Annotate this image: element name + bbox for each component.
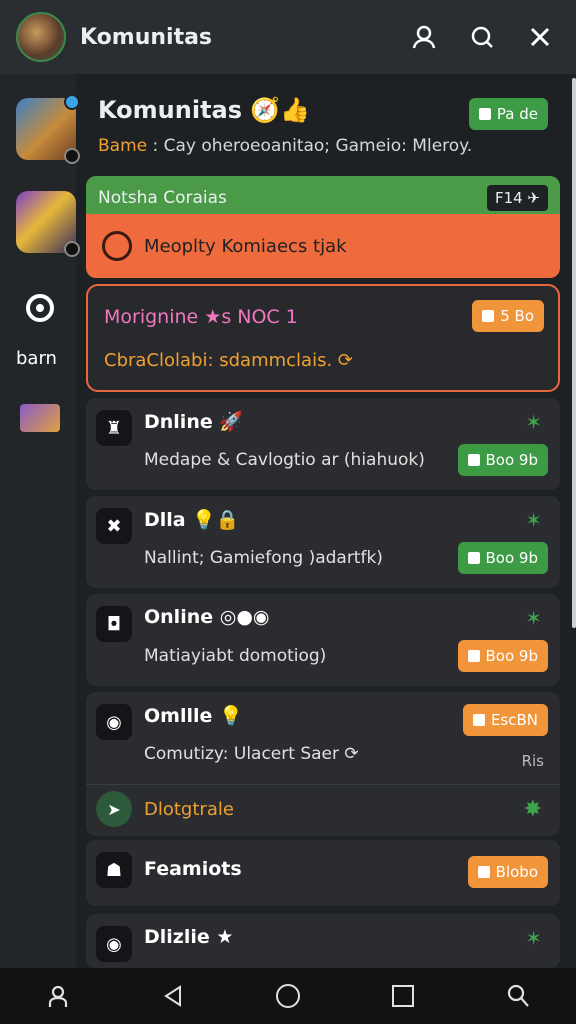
item-name: Omllle 💡 bbox=[144, 705, 243, 727]
alert-banner[interactable]: Meoplty Komiaecs tjak bbox=[86, 214, 560, 278]
recents-icon[interactable] bbox=[379, 972, 427, 1020]
home-icon[interactable] bbox=[264, 972, 312, 1020]
tag-icon bbox=[478, 108, 491, 120]
featured-card[interactable]: Morignine ★s NOC 1 5 Bo CbraClolabi: sda… bbox=[86, 284, 560, 392]
sidebar-community-avatar[interactable] bbox=[16, 94, 80, 164]
community-avatar[interactable] bbox=[16, 12, 66, 62]
tag-icon bbox=[467, 454, 480, 466]
item-pill[interactable]: Boo 9b bbox=[457, 444, 548, 476]
status-dot bbox=[64, 241, 80, 257]
star-icon[interactable]: ✶ bbox=[525, 410, 542, 434]
status-dot bbox=[64, 94, 80, 110]
camera-icon: ◘ bbox=[96, 606, 132, 642]
item-name: Dlizlie ★ bbox=[144, 926, 234, 948]
person-icon[interactable] bbox=[34, 972, 82, 1020]
banner-badge: F14 ✈ bbox=[486, 185, 548, 211]
list-item[interactable]: ☗ Feamiots Blobo bbox=[86, 840, 560, 906]
item-pill[interactable]: Boo 9b bbox=[457, 542, 548, 574]
featured-title: Morignine ★s NOC 1 bbox=[104, 306, 298, 328]
list-item[interactable]: ◉ Dlizlie ★ ✶ bbox=[86, 914, 560, 968]
item-pill[interactable]: Boo 9b bbox=[457, 640, 548, 672]
back-icon[interactable] bbox=[149, 972, 197, 1020]
tag-icon bbox=[472, 714, 485, 726]
header-pill[interactable]: Pa de bbox=[468, 98, 548, 130]
list-item[interactable]: ◘ Online ◎●◉ ✶ Matiayiabt domotiog) Boo … bbox=[86, 594, 560, 686]
item-name: Feamiots bbox=[144, 858, 242, 880]
featured-subtitle: CbraClolabi: sdammclais. ⟳ bbox=[104, 350, 353, 371]
top-bar: Komunitas bbox=[0, 0, 576, 74]
item-desc: Nallint; Gamiefong )adartfk) bbox=[144, 548, 383, 568]
item-name: Dlla 💡🔒 bbox=[144, 509, 240, 531]
item-desc: Comutizy: Ulacert Saer ⟳ bbox=[144, 744, 359, 764]
star-icon[interactable]: ✶ bbox=[525, 606, 542, 630]
profile-icon[interactable] bbox=[404, 17, 444, 57]
item-desc: Matiayiabt domotiog) bbox=[144, 646, 327, 666]
page-title: Komunitas bbox=[80, 24, 213, 50]
item-side-label: Ris bbox=[521, 752, 544, 770]
item-name: Online ◎●◉ bbox=[144, 606, 270, 628]
sidebar-community-avatar[interactable] bbox=[16, 191, 80, 257]
community-list: Komunitas 🧭👍 Bame : Cay oheroeoanitao; G… bbox=[86, 74, 560, 968]
search-icon[interactable] bbox=[494, 972, 542, 1020]
star-icon[interactable]: ✶ bbox=[525, 508, 542, 532]
tag-icon bbox=[477, 866, 490, 878]
status-dot bbox=[64, 148, 80, 164]
game-icon: ◉ bbox=[96, 926, 132, 962]
featured-pill[interactable]: 5 Bo bbox=[472, 300, 544, 332]
list-item[interactable]: ◉ Omllle 💡 EscBN Comutizy: Ulacert Saer … bbox=[86, 692, 560, 836]
tag-icon bbox=[482, 310, 495, 322]
sidebar-label[interactable]: barn bbox=[16, 348, 57, 369]
item-name: Dnline 🚀 bbox=[144, 411, 244, 433]
community-subtitle: Bame : Cay oheroeoanitao; Gameio: Mleroy… bbox=[98, 136, 473, 156]
item-pill[interactable]: EscBN bbox=[462, 704, 548, 736]
star-icon[interactable]: ✶ bbox=[525, 926, 542, 950]
game-icon: ◉ bbox=[96, 704, 132, 740]
list-item[interactable]: ✖ Dlla 💡🔒 ✶ Nallint; Gamiefong )adartfk)… bbox=[86, 496, 560, 588]
item-subrow[interactable]: ➤ Dlotgtrale ✸ bbox=[86, 784, 560, 836]
send-icon: ➤ bbox=[96, 791, 132, 827]
item-desc: Medape & Cavlogtio ar (hiahuok) bbox=[144, 450, 425, 470]
item-pill[interactable]: Blobo bbox=[467, 856, 548, 888]
sidebar-thumbnail[interactable] bbox=[20, 404, 60, 432]
tag-icon bbox=[467, 552, 480, 564]
game-icon: ☗ bbox=[96, 852, 132, 888]
search-icon[interactable] bbox=[462, 17, 502, 57]
game-icon: ♜ bbox=[96, 410, 132, 446]
badge-icon[interactable]: ✸ bbox=[524, 797, 542, 822]
list-item[interactable]: ♜ Dnline 🚀 ✶ Medape & Cavlogtio ar (hiah… bbox=[86, 398, 560, 490]
sidebar: barn bbox=[0, 74, 80, 968]
community-title: Komunitas 🧭👍 bbox=[98, 96, 311, 124]
target-icon[interactable] bbox=[26, 294, 54, 322]
tag-icon bbox=[467, 650, 480, 662]
game-icon: ✖ bbox=[96, 508, 132, 544]
close-icon[interactable] bbox=[520, 17, 560, 57]
subrow-label: Dlotgtrale bbox=[144, 799, 234, 820]
system-nav-bar bbox=[0, 968, 576, 1024]
info-icon bbox=[102, 231, 132, 261]
scrollbar[interactable] bbox=[572, 78, 576, 628]
